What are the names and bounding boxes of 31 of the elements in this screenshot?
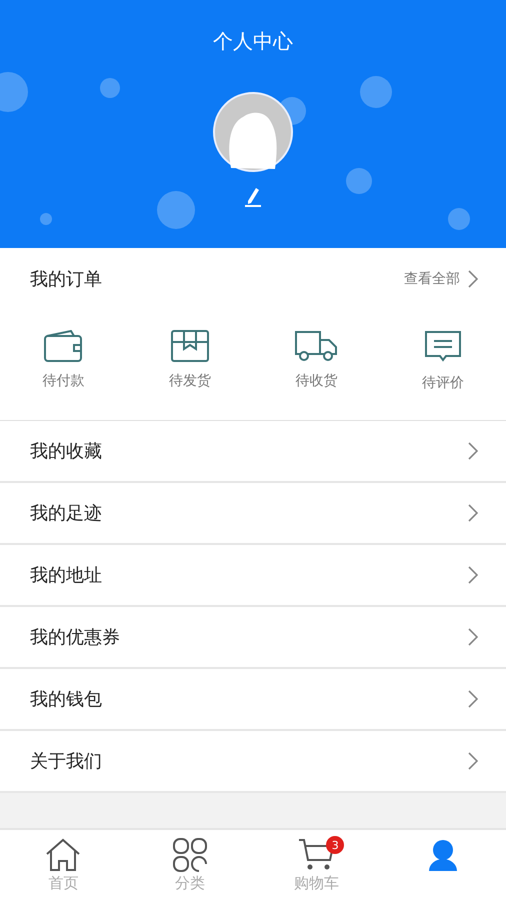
- chevron-right-icon: [468, 690, 478, 708]
- order-status-label[interactable]: 待付款: [42, 372, 84, 390]
- chevron-right-icon: [468, 752, 478, 770]
- comment-icon: [424, 330, 462, 364]
- wallet-icon: [44, 330, 82, 362]
- order-status-label[interactable]: 待发货: [168, 372, 211, 390]
- home-icon: [45, 838, 82, 872]
- menu-item[interactable]: 我的钱包: [0, 669, 506, 731]
- section-title: 我的订单: [30, 268, 102, 291]
- count-badge: 3: [326, 836, 344, 854]
- grid-icon: [172, 838, 208, 872]
- menu-item[interactable]: 我的收藏: [0, 421, 506, 483]
- chevron-right-icon: [468, 628, 478, 646]
- chevron-right-icon: [468, 442, 478, 460]
- menu-item[interactable]: 我的优惠券: [0, 607, 506, 669]
- menu-item[interactable]: 我的地址: [0, 545, 506, 607]
- truck-icon: [294, 330, 338, 362]
- menu-item[interactable]: 关于我们: [0, 731, 506, 793]
- chevron-right-icon: [468, 270, 478, 288]
- chevron-right-icon: [468, 566, 478, 584]
- page-title: 个人中心: [213, 28, 293, 54]
- cart-icon: [298, 838, 334, 872]
- order-status-label[interactable]: 待收货: [295, 372, 338, 390]
- order-status-label[interactable]: 待评价: [422, 374, 464, 392]
- view-all-link[interactable]: 查看全部: [404, 270, 478, 288]
- edit-icon[interactable]: [243, 186, 263, 208]
- menu-item[interactable]: 我的足迹: [0, 483, 506, 545]
- tab-item[interactable]: 3 购物车: [253, 830, 380, 900]
- avatar[interactable]: [213, 92, 293, 172]
- box-icon: [170, 330, 209, 362]
- chevron-right-icon: [468, 504, 478, 522]
